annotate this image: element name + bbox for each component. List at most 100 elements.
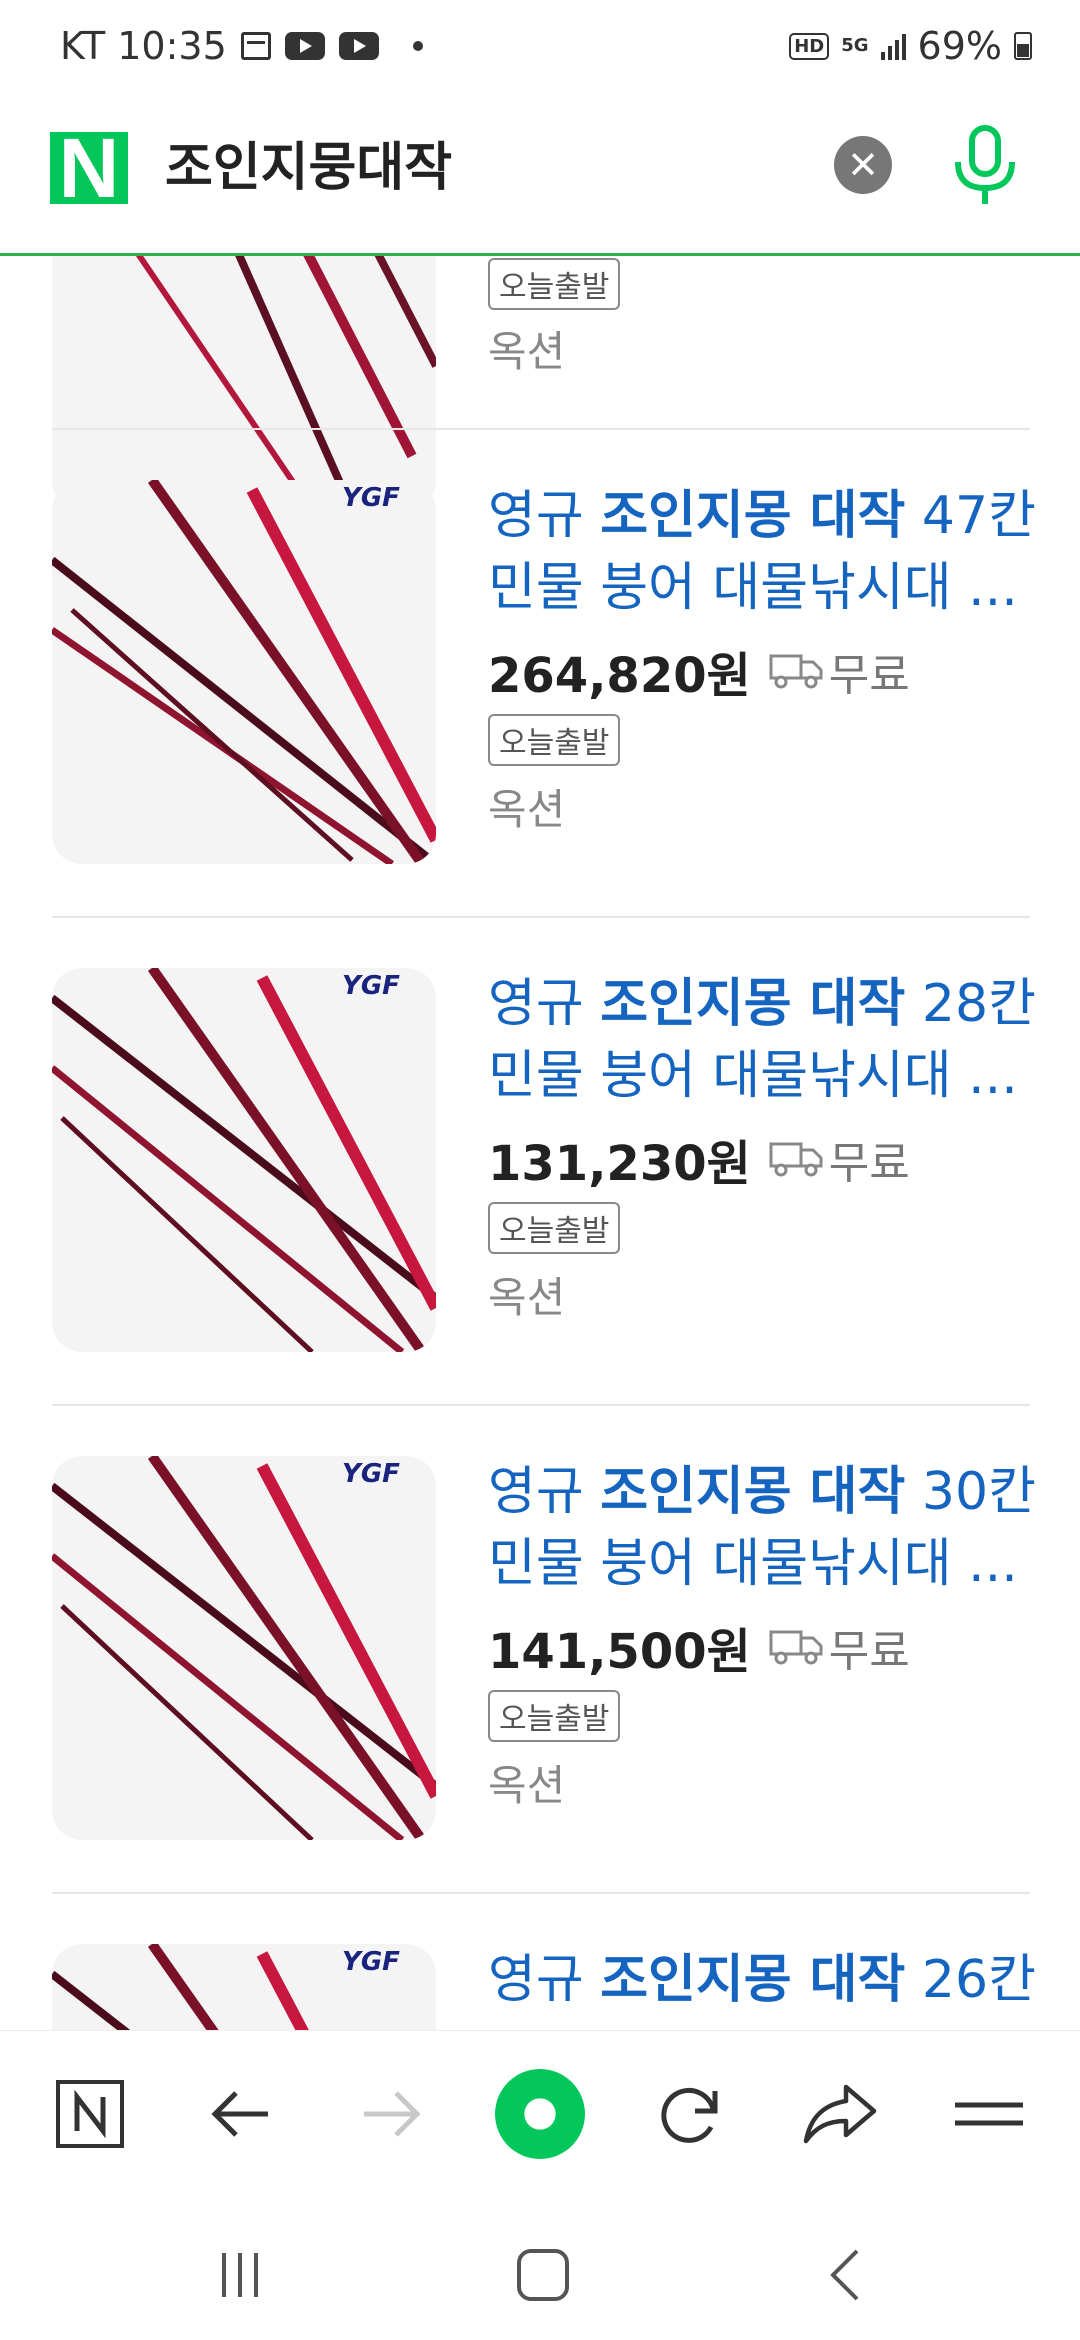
divider: [52, 428, 1030, 430]
refresh-button[interactable]: [645, 2069, 735, 2159]
product-image[interactable]: YGF: [52, 1944, 436, 2030]
shipping-info: 무료: [769, 639, 910, 703]
back-icon: [830, 2249, 859, 2301]
brand-mark: YGF: [342, 483, 400, 513]
product-price-row: 264,820원 무료: [488, 636, 910, 706]
truck-icon: [769, 1142, 823, 1177]
title-highlight: 조인지몽 대작: [600, 1462, 906, 1522]
product-price-row: 141,500원 무료: [488, 1612, 910, 1682]
close-icon: ✕: [847, 143, 879, 187]
youtube-icon: [338, 32, 379, 60]
browser-toolbar: [0, 2030, 1080, 2201]
notification-dot-icon: [412, 41, 423, 51]
arrow-right-icon: [364, 2091, 421, 2137]
system-navigation: [0, 2200, 1080, 2340]
divider: [52, 916, 1030, 918]
arrow-left-icon: [211, 2091, 268, 2137]
product-price-row: 131,230원 무료: [488, 1124, 910, 1194]
naver-home-button[interactable]: [45, 2069, 135, 2159]
home-button[interactable]: [508, 2240, 578, 2310]
search-header: N 조인지뭉대작 ✕: [0, 100, 1080, 256]
today-shipping-badge: 오늘출발: [488, 258, 621, 310]
today-shipping-badge: 오늘출발: [488, 714, 621, 766]
product-title[interactable]: 영규 조인지몽 대작 47칸: [488, 480, 1048, 552]
status-left: KT 10:35: [60, 24, 423, 68]
truck-icon: [769, 1630, 823, 1665]
title-suffix: 28칸: [905, 974, 1036, 1034]
title-prefix: 영규: [488, 974, 601, 1034]
title-prefix: 영규: [488, 1462, 601, 1522]
title-prefix: 영규: [488, 1950, 601, 2010]
home-icon: [517, 2249, 569, 2301]
product-image[interactable]: YGF: [52, 1456, 436, 1840]
battery-percent: 69%: [917, 24, 1002, 68]
product-image[interactable]: [52, 256, 436, 510]
product-image[interactable]: YGF: [52, 480, 436, 864]
title-suffix: 47칸: [905, 486, 1036, 546]
product-item[interactable]: YGF 영규 조인지몽 대작 26칸: [0, 1944, 1080, 2030]
title-suffix: 26칸: [905, 1950, 1036, 2010]
shipping-free: 무료: [828, 1138, 910, 1189]
brand-mark: YGF: [342, 1947, 400, 1977]
title-highlight: 조인지몽 대작: [600, 486, 906, 546]
divider: [52, 1892, 1030, 1894]
product-title-line2[interactable]: 민물 붕어 대물낚시대 ...: [488, 1040, 1048, 1112]
product-title-line2[interactable]: 민물 붕어 대물낚시대 ...: [488, 1528, 1048, 1600]
clear-search-button[interactable]: ✕: [834, 136, 892, 194]
product-title-line2[interactable]: 민물 붕어 대물낚시대 ...: [488, 552, 1048, 624]
forward-button[interactable]: [346, 2069, 436, 2159]
status-bar: KT 10:35 HD 5G 69%: [0, 0, 1080, 100]
title-prefix: 영규: [488, 486, 601, 546]
share-button[interactable]: [795, 2069, 885, 2159]
today-shipping-badge: 오늘출발: [488, 1690, 621, 1742]
hd-icon: HD: [789, 32, 830, 60]
recents-icon: [222, 2253, 258, 2297]
search-input[interactable]: 조인지뭉대작: [165, 132, 452, 204]
naver-logo[interactable]: N: [50, 126, 128, 210]
product-title[interactable]: 영규 조인지몽 대작 26칸: [488, 1944, 1048, 2016]
network-5g-icon: 5G: [841, 35, 869, 56]
youtube-icon: [284, 32, 325, 60]
mic-icon: [955, 125, 1015, 204]
product-price: 141,500원: [488, 1624, 751, 1680]
system-back-button[interactable]: [812, 2240, 882, 2310]
product-title[interactable]: 영규 조인지몽 대작 30칸: [488, 1456, 1048, 1528]
shipping-free: 무료: [828, 1626, 910, 1677]
signal-icon: [880, 32, 906, 60]
brand-mark: YGF: [342, 1459, 400, 1489]
recents-button[interactable]: [205, 2240, 275, 2310]
shipping-info: 무료: [769, 1127, 910, 1191]
seller-name: 옥션: [488, 785, 566, 834]
product-item[interactable]: YGF 영규 조인지몽 대작 28칸 민물 붕어 대물낚시대 ... 131,2…: [0, 968, 1080, 1456]
back-button[interactable]: [196, 2069, 286, 2159]
product-item[interactable]: YGF 영규 조인지몽 대작 47칸 민물 붕어 대물낚시대 ... 264,8…: [0, 480, 1080, 968]
voice-search-button[interactable]: [950, 122, 1020, 212]
product-list: 오늘출발 옥션 YGF 영규 조인지몽 대작 47칸 민물 붕어 대물낚시대 .…: [0, 256, 1080, 2030]
shipping-info: 무료: [769, 1615, 910, 1679]
seller-name: 옥션: [488, 1273, 566, 1322]
carrier-time: KT 10:35: [60, 24, 227, 68]
title-highlight: 조인지몽 대작: [600, 974, 906, 1034]
naver-n-icon: [56, 2080, 124, 2148]
today-shipping-badge: 오늘출발: [488, 1202, 621, 1254]
battery-icon: [1014, 32, 1032, 60]
green-dot-button[interactable]: [495, 2069, 585, 2159]
shipping-free: 무료: [828, 650, 910, 701]
share-icon: [803, 2084, 877, 2144]
truck-icon: [769, 654, 823, 689]
title-highlight: 조인지몽 대작: [600, 1950, 906, 2010]
menu-icon: [955, 2102, 1023, 2126]
product-price: 131,230원: [488, 1136, 751, 1192]
divider: [52, 1404, 1030, 1406]
product-item[interactable]: YGF 영규 조인지몽 대작 30칸 민물 붕어 대물낚시대 ... 141,5…: [0, 1456, 1080, 1944]
product-image[interactable]: YGF: [52, 968, 436, 1352]
menu-button[interactable]: [944, 2069, 1034, 2159]
title-suffix: 30칸: [905, 1462, 1036, 1522]
refresh-icon: [661, 2087, 718, 2143]
product-title[interactable]: 영규 조인지몽 대작 28칸: [488, 968, 1048, 1040]
status-right: HD 5G 69%: [789, 24, 1032, 68]
calendar-icon: [240, 32, 271, 60]
green-dot-icon: [495, 2069, 585, 2159]
brand-mark: YGF: [342, 971, 400, 1001]
seller-name: 옥션: [488, 1761, 566, 1810]
